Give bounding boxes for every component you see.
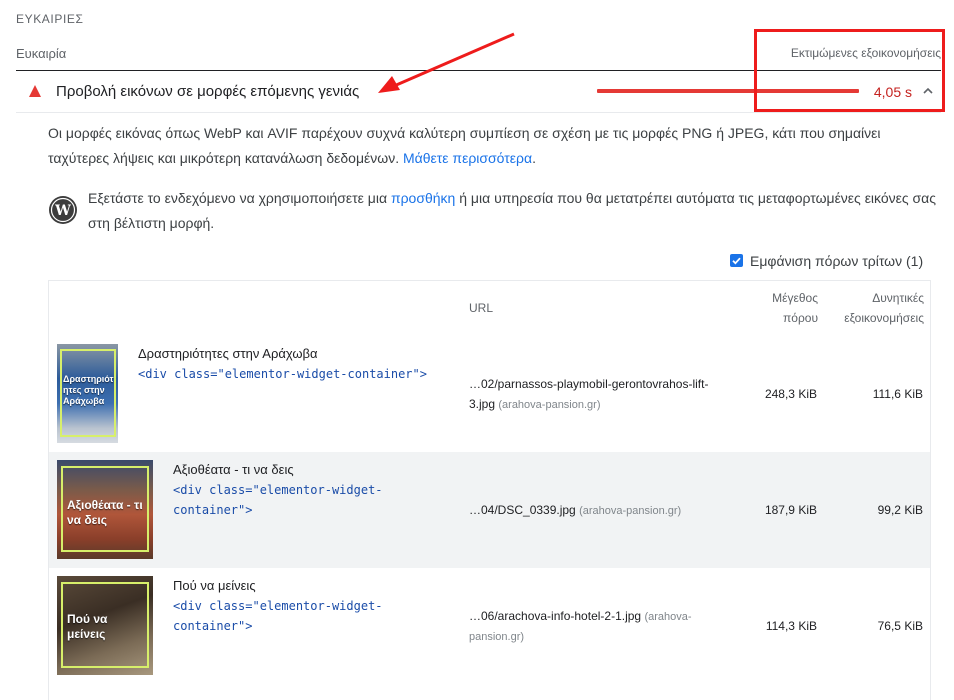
node-label: Δραστηριότητες στην Αράχωβα xyxy=(138,346,318,361)
audit-title[interactable]: Προβολή εικόνων σε μορφές επόμενης γενιά… xyxy=(56,83,359,100)
resource-url-line1: …02/parnassos-playmobil-gerontovrahos-li… xyxy=(469,377,709,391)
svg-text:W: W xyxy=(54,203,71,219)
wordpress-hint: Εξετάστε το ενδεχόμενο να χρησιμοποιήσετ… xyxy=(88,186,940,236)
node-label: Αξιοθέατα - τι να δεις xyxy=(173,462,294,477)
table-header-size: Μέγεθος πόρου xyxy=(740,288,818,328)
table-header-savings: Δυνητικές εξοικονομήσεις xyxy=(830,288,924,328)
potential-savings: 76,5 KiB xyxy=(877,619,923,633)
table-header-savings-line2: εξοικονομήσεις xyxy=(844,311,924,325)
node-snippet: <div class="elementor-widget- container"… xyxy=(173,596,383,636)
potential-savings: 99,2 KiB xyxy=(877,503,923,517)
node-snippet-line1: <div class="elementor-widget- xyxy=(173,483,383,497)
resource-origin: (arahova-pansion.gr) xyxy=(498,399,601,411)
resource-origin: (arahova-pansion.gr) xyxy=(579,505,682,517)
table-row: Πού να μείνεις Πού να μείνεις <div class… xyxy=(49,568,930,686)
row-thumbnail: Δραστηριότ ητες στην Αράχωβα xyxy=(57,344,118,443)
node-snippet-line2: container"> xyxy=(173,503,253,517)
resource-url-line1: …06/arachova-info-hotel-2-1.jpg xyxy=(469,609,642,623)
resource-size: 114,3 KiB xyxy=(765,619,817,633)
table-header-url: URL xyxy=(469,301,494,315)
node-label: Πού να μείνεις xyxy=(173,578,256,593)
resource-url[interactable]: …02/parnassos-playmobil-gerontovrahos-li… xyxy=(469,374,729,415)
table-header-savings-line1: Δυνητικές xyxy=(872,291,924,305)
checkmark-icon xyxy=(732,257,741,265)
table-header-size-line2: πόρου xyxy=(782,311,818,325)
resource-url[interactable]: …06/arachova-info-hotel-2-1.jpg (arahova… xyxy=(469,606,729,647)
learn-more-link[interactable]: Μάθετε περισσότερα xyxy=(403,150,532,166)
annotation-box xyxy=(754,29,945,112)
wp-text-before: Εξετάστε το ενδεχόμενο να χρησιμοποιήσετ… xyxy=(88,190,388,206)
triangle-fail-icon xyxy=(29,85,41,97)
resource-url[interactable]: …04/DSC_0339.jpg (arahova-pansion.gr) xyxy=(469,500,729,521)
thumbnail-caption: Δραστηριότ ητες στην Αράχωβα xyxy=(63,374,114,406)
wordpress-icon: W xyxy=(49,196,77,224)
resource-size: 187,9 KiB xyxy=(764,503,817,517)
audit-description: Οι μορφές εικόνας όπως WebP και AVIF παρ… xyxy=(48,121,938,171)
column-header-opportunity: Ευκαιρία xyxy=(16,46,67,61)
table-row: Δραστηριότ ητες στην Αράχωβα Δραστηριότη… xyxy=(49,336,930,452)
thumbnail-caption: Αξιοθέατα - τι να δεις xyxy=(67,498,143,527)
resource-url-line2: 3.jpg xyxy=(469,397,496,411)
potential-savings: 111,6 KiB xyxy=(872,387,923,401)
table-row: Αξιοθέατα - τι να δεις Αξιοθέατα - τι να… xyxy=(49,452,930,568)
table-header-size-line1: Μέγεθος xyxy=(772,291,818,305)
node-snippet: <div class="elementor-widget- container"… xyxy=(173,480,383,520)
description-end: . xyxy=(532,150,536,166)
resource-origin-line2: pansion.gr) xyxy=(469,631,525,643)
plugin-link[interactable]: προσθήκη xyxy=(391,190,455,206)
resource-url-line1: …04/DSC_0339.jpg xyxy=(469,503,576,517)
section-title: ΕΥΚΑΙΡΙΕΣ xyxy=(16,12,84,26)
row-thumbnail: Πού να μείνεις xyxy=(57,576,153,675)
resource-size: 248,3 KiB xyxy=(764,387,817,401)
node-snippet-line1: <div class="elementor-widget- xyxy=(173,599,383,613)
resource-origin-line1: (arahova- xyxy=(644,611,692,623)
annotation-arrow-icon xyxy=(378,32,515,93)
row-thumbnail: Αξιοθέατα - τι να δεις xyxy=(57,460,153,559)
third-party-checkbox[interactable] xyxy=(730,254,743,267)
thumbnail-caption: Πού να μείνεις xyxy=(67,612,108,641)
third-party-label[interactable]: Εμφάνιση πόρων τρίτων (1) xyxy=(750,253,923,269)
node-snippet: <div class="elementor-widget-container"> xyxy=(138,367,427,381)
audit-divider xyxy=(16,112,941,113)
node-snippet-line2: container"> xyxy=(173,619,253,633)
